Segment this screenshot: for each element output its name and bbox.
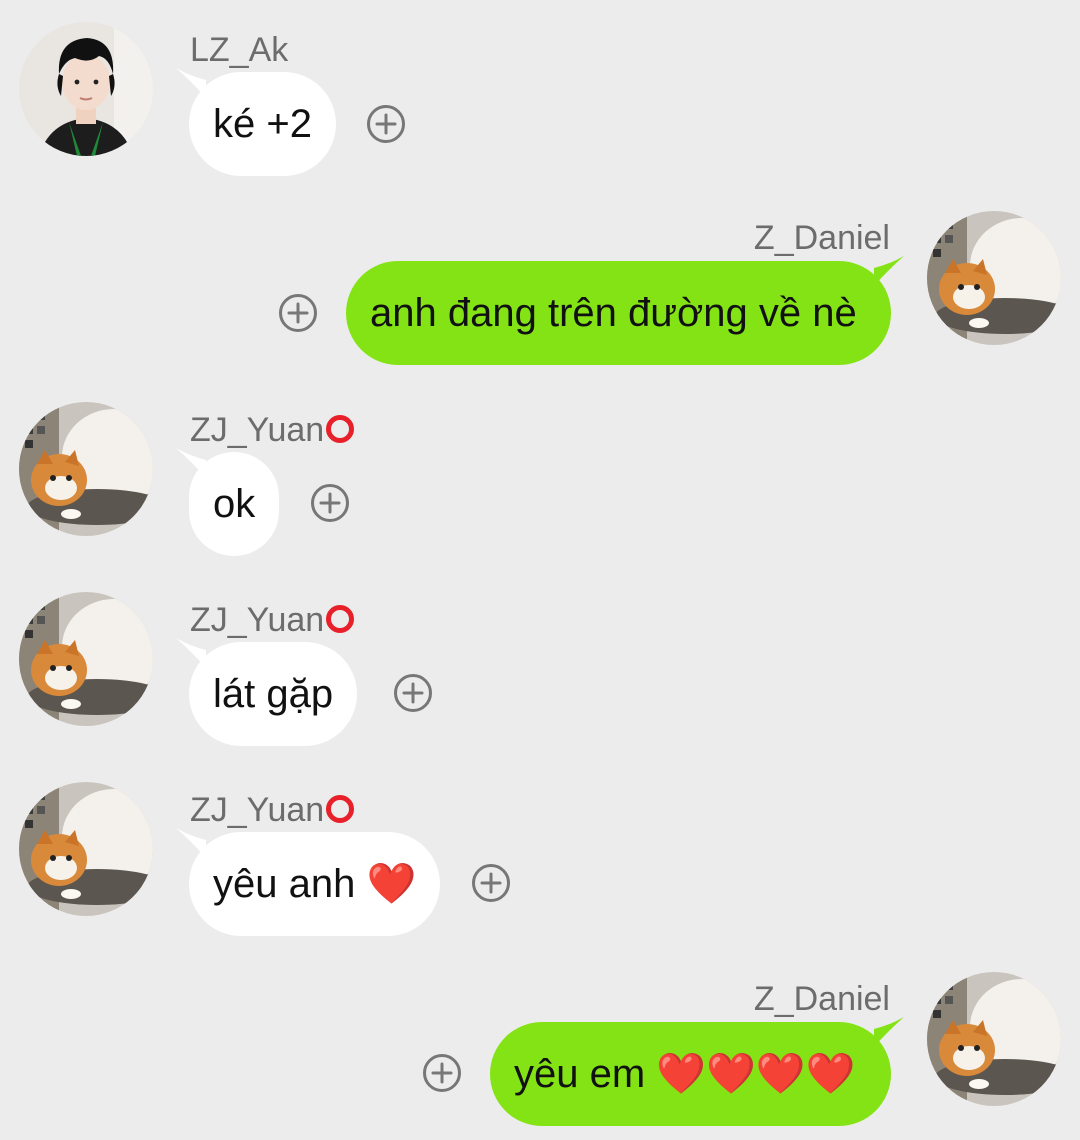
red-ring-icon <box>326 605 355 633</box>
message-bubble[interactable]: yêu em ❤️❤️❤️❤️ <box>490 1022 891 1126</box>
plus-circle-icon[interactable] <box>471 863 511 903</box>
message-bubble[interactable]: ok <box>189 452 280 556</box>
message-bubble[interactable]: lát gặp <box>189 642 358 746</box>
avatar[interactable] <box>19 402 153 536</box>
chat-thread: LZ_Ak ké +2 Z_Daniel anh đang trên đường… <box>0 0 1080 1140</box>
cat-photo-icon <box>19 402 153 536</box>
sender-name-text: Z_Daniel <box>753 219 890 257</box>
cat-photo-icon <box>927 972 1061 1106</box>
red-ring-icon <box>326 795 355 823</box>
person-photo-icon <box>19 22 153 156</box>
cat-photo-icon <box>19 782 153 916</box>
cat-photo-icon <box>927 211 1061 345</box>
sender-name: LZ_Ak <box>190 30 288 70</box>
message-bubble[interactable]: yêu anh ❤️ <box>189 832 441 936</box>
avatar[interactable] <box>19 22 153 156</box>
avatar[interactable] <box>19 782 153 916</box>
message-bubble[interactable]: ké +2 <box>189 72 336 176</box>
cat-photo-icon <box>19 592 153 726</box>
sender-name-text: Z_Daniel <box>753 980 890 1018</box>
sender-name-text: ZJ_Yuan <box>190 411 325 449</box>
sender-name-text: LZ_Ak <box>190 31 289 69</box>
sender-name-text: ZJ_Yuan <box>190 601 325 639</box>
sender-name: ZJ_Yuan <box>190 600 355 640</box>
sender-name-text: ZJ_Yuan <box>190 791 325 829</box>
message-bubble[interactable]: anh đang trên đường về nè <box>346 261 891 365</box>
plus-circle-icon[interactable] <box>310 483 350 523</box>
avatar[interactable] <box>19 592 153 726</box>
sender-name: Z_Daniel <box>754 979 890 1019</box>
avatar[interactable] <box>927 211 1061 345</box>
red-ring-icon <box>326 415 355 443</box>
plus-circle-icon[interactable] <box>422 1053 462 1093</box>
sender-name: ZJ_Yuan <box>190 790 355 830</box>
plus-circle-icon[interactable] <box>393 673 433 713</box>
plus-circle-icon[interactable] <box>278 293 318 333</box>
sender-name: ZJ_Yuan <box>190 410 355 450</box>
avatar[interactable] <box>927 972 1061 1106</box>
sender-name: Z_Daniel <box>754 218 890 258</box>
plus-circle-icon[interactable] <box>366 104 406 144</box>
